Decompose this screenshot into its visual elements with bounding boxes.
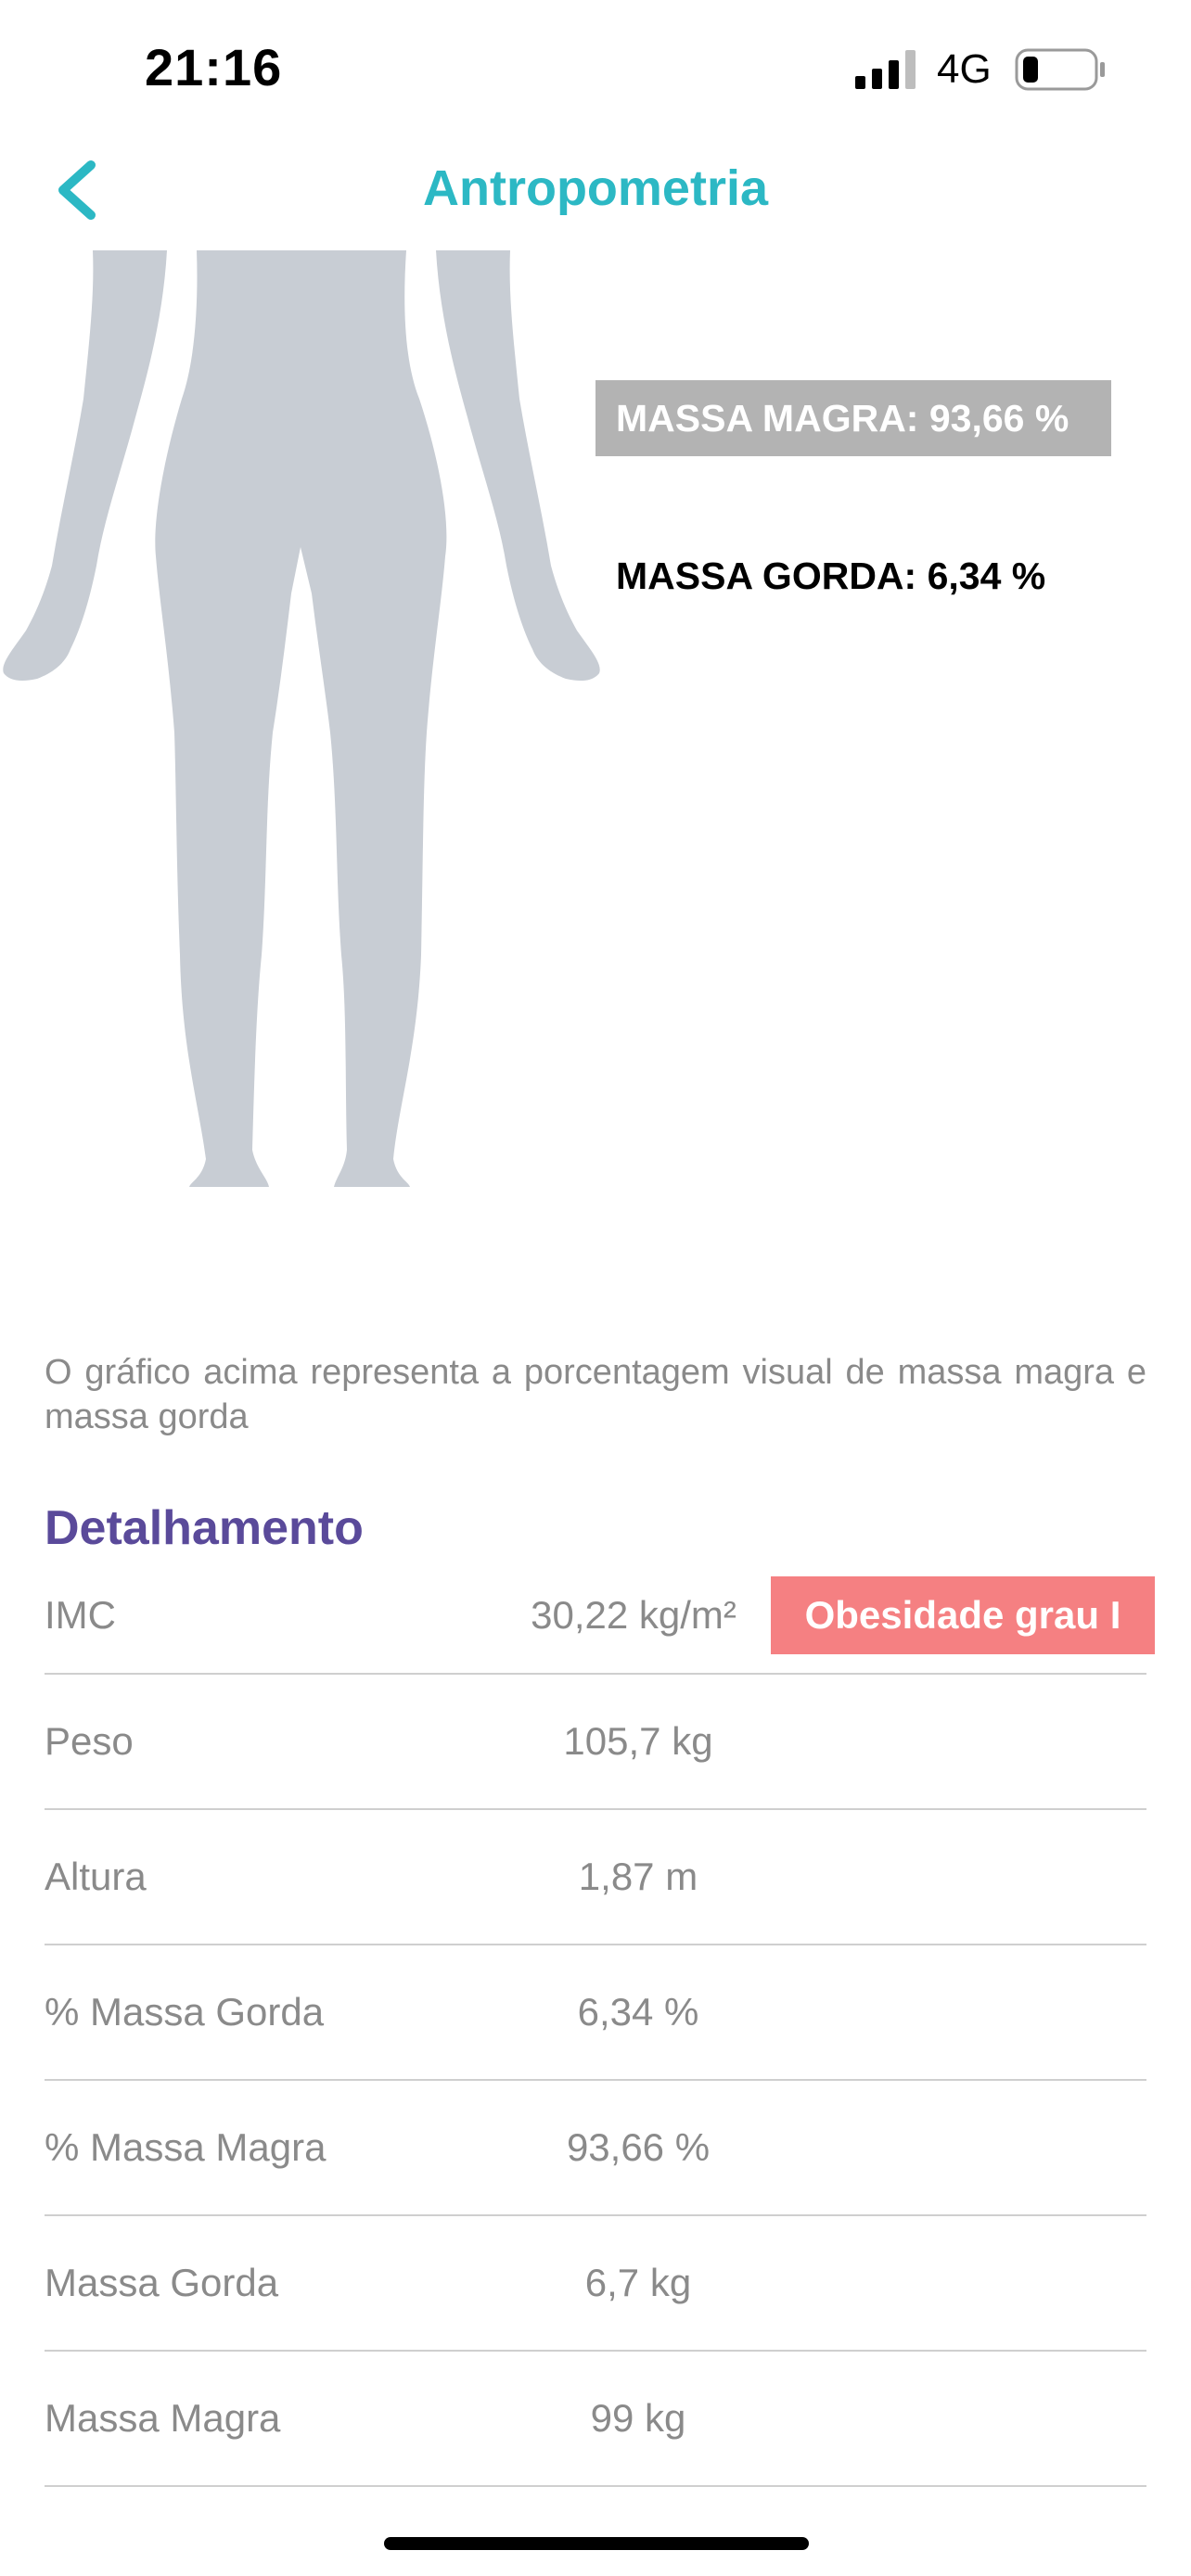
detail-value: 30,22 kg/m² — [531, 1593, 736, 1637]
detail-value: 6,34 % — [577, 1990, 699, 2034]
detail-row-massa-gorda-pct: % Massa Gorda 6,34 % — [45, 1945, 1146, 2081]
body-silhouette — [3, 250, 600, 1187]
detail-row-massa-magra: Massa Magra 99 kg — [45, 2352, 1146, 2487]
detail-row-imc: IMC 30,22 kg/m² Obesidade grau I — [45, 1558, 1155, 1675]
fat-mass-label: MASSA GORDA: 6,34 % — [616, 555, 1046, 597]
section-title-detalhamento: Detalhamento — [45, 1501, 364, 1555]
detail-label: % Massa Gorda — [45, 1990, 325, 2034]
detail-list: IMC 30,22 kg/m² Obesidade grau I Peso 10… — [45, 1558, 1155, 2487]
page-title: Antropometria — [422, 160, 768, 216]
battery-icon — [1015, 48, 1105, 91]
detail-value: 6,7 kg — [584, 2261, 692, 2304]
detail-row-massa-magra-pct: % Massa Magra 93,66 % — [45, 2081, 1146, 2216]
detail-value: 99 kg — [590, 2396, 686, 2440]
detail-value: 105,7 kg — [563, 1719, 713, 1763]
detail-row-altura: Altura 1,87 m — [45, 1810, 1146, 1945]
status-bar: 21:16 4G — [0, 0, 1191, 139]
detail-label: Peso — [45, 1719, 134, 1763]
network-label: 4G — [937, 46, 992, 92]
status-time: 21:16 — [145, 38, 283, 96]
signal-icon — [855, 50, 916, 89]
detail-label: Massa Gorda — [45, 2261, 279, 2304]
detail-row-peso: Peso 105,7 kg — [45, 1675, 1146, 1810]
status-badge: Obesidade grau I — [771, 1576, 1155, 1654]
home-indicator[interactable] — [384, 2537, 809, 2550]
detail-value: 1,87 m — [578, 1855, 698, 1898]
detail-value: 93,66 % — [566, 2125, 711, 2169]
detail-label: Massa Magra — [45, 2396, 281, 2440]
detail-label: IMC — [45, 1593, 116, 1637]
lean-mass-label: MASSA MAGRA: 93,66 % — [596, 380, 1111, 456]
detail-label: Altura — [45, 1855, 147, 1898]
detail-row-massa-gorda: Massa Gorda 6,7 kg — [45, 2216, 1146, 2352]
detail-label: % Massa Magra — [45, 2125, 327, 2169]
chart-caption: O gráfico acima representa a porcentagem… — [45, 1353, 1146, 1436]
